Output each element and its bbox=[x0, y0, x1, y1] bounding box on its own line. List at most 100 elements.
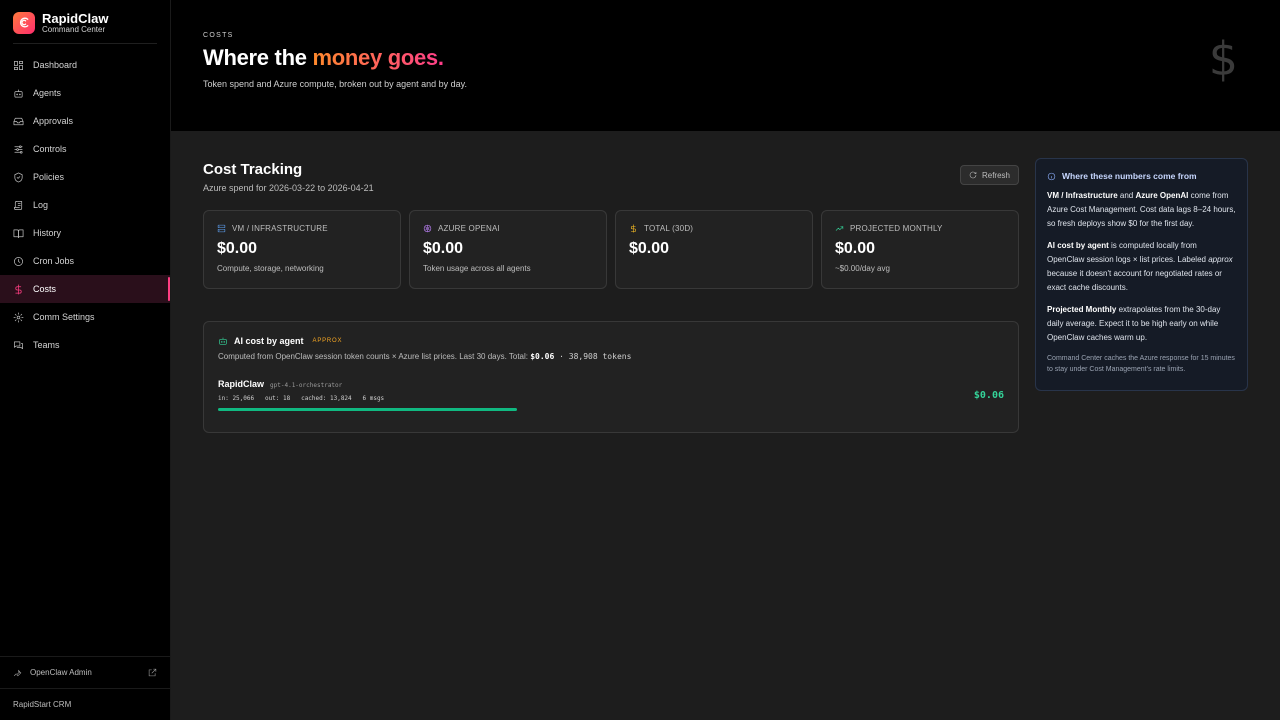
card-value: $0.00 bbox=[835, 240, 876, 257]
sliders-icon bbox=[14, 144, 23, 154]
refresh-button[interactable]: Refresh bbox=[959, 165, 1019, 185]
card-label: PROJECTED MONTHLY bbox=[850, 224, 943, 233]
info-icon bbox=[1047, 172, 1056, 180]
sidebar-footer: OpenClaw Admin RapidStart CRM bbox=[0, 656, 170, 720]
page-title-plain: Where the bbox=[203, 45, 313, 70]
agent-model: gpt-4.1-orchestrator bbox=[270, 382, 343, 389]
card-total-30d: TOTAL (30D) $0.00 bbox=[615, 210, 813, 289]
info-paragraph-projected: Projected Monthly extrapolates from the … bbox=[1047, 305, 1221, 342]
sidebar-item-history[interactable]: History bbox=[0, 219, 170, 247]
agent-row: RapidClaw gpt-4.1-orchestrator in: 25,06… bbox=[218, 379, 1004, 411]
sidebar-item-policies[interactable]: Policies bbox=[0, 163, 170, 191]
sidebar-item-label: Policies bbox=[33, 172, 65, 182]
refresh-icon bbox=[969, 171, 977, 179]
note-prefix: Computed from OpenClaw session token cou… bbox=[218, 352, 531, 361]
agent-name: RapidClaw bbox=[218, 379, 265, 389]
sidebar-item-dashboard[interactable]: Dashboard bbox=[0, 51, 170, 79]
section-header: Cost Tracking Azure spend for 2026-03-22… bbox=[203, 159, 1019, 193]
shield-icon bbox=[14, 172, 23, 182]
wrench-icon bbox=[13, 669, 22, 677]
gear-icon bbox=[13, 312, 24, 322]
sidebar-item-controls[interactable]: Controls bbox=[0, 135, 170, 163]
hero-eyebrow: COSTS bbox=[203, 32, 234, 39]
panel-title: AI cost by agent bbox=[234, 336, 304, 346]
sidebar-item-label: Dashboard bbox=[33, 60, 78, 70]
clock-icon bbox=[14, 256, 23, 266]
robot-icon bbox=[14, 88, 23, 98]
panel-note: Computed from OpenClaw session token cou… bbox=[218, 352, 1004, 361]
app-root: RapidClaw Command Center Dashboard Agent… bbox=[0, 0, 1280, 720]
card-projected-monthly: PROJECTED MONTHLY $0.00 ~$0.00/day avg bbox=[821, 210, 1019, 289]
rapidclaw-logo-icon bbox=[13, 11, 35, 34]
sidebar-item-label: History bbox=[33, 228, 62, 238]
brand-subtitle: Command Center bbox=[42, 24, 106, 34]
card-label: TOTAL (30D) bbox=[644, 224, 694, 233]
sidebar-item-comm-settings[interactable]: Comm Settings bbox=[0, 303, 170, 331]
dollar-icon bbox=[15, 284, 22, 294]
agent-cost: $0.06 bbox=[973, 389, 1004, 401]
sidebar-item-label: Controls bbox=[33, 144, 67, 154]
card-description: Compute, storage, networking bbox=[217, 264, 324, 273]
main: COSTS Where the money goes. Token spend … bbox=[171, 0, 1280, 720]
date-range: Azure spend for 2026-03-22 to 2026-04-21 bbox=[203, 183, 374, 193]
page-title-accent: money goes. bbox=[312, 45, 444, 70]
card-description: ~$0.00/day avg bbox=[835, 264, 890, 273]
note-tokens: · 38,908 tokens bbox=[554, 352, 632, 361]
refresh-label: Refresh bbox=[981, 170, 1010, 180]
agent-share-bar bbox=[218, 408, 517, 411]
brand-name: RapidClaw bbox=[42, 10, 109, 26]
sidebar-item-agents[interactable]: Agents bbox=[0, 79, 170, 107]
sidebar-item-teams[interactable]: Teams bbox=[0, 331, 170, 359]
card-vm-infrastructure: VM / INFRASTRUCTURE $0.00 Compute, stora… bbox=[203, 210, 401, 289]
rapidstart-crm-label: RapidStart CRM bbox=[13, 700, 72, 709]
info-panel: Where these numbers come from VM / Infra… bbox=[1035, 158, 1248, 391]
robot-icon bbox=[219, 337, 227, 345]
note-total: $0.06 bbox=[530, 352, 555, 361]
card-label: AZURE OPENAI bbox=[438, 224, 500, 233]
agent-token-stats: in: 25,066 out: 18 cached: 13,824 6 msgs bbox=[218, 395, 385, 402]
sidebar-item-label: Approvals bbox=[33, 116, 74, 126]
sidebar-item-label: Agents bbox=[33, 88, 62, 98]
approx-badge: APPROX bbox=[312, 338, 343, 344]
info-footnote: Command Center caches the Azure response… bbox=[1047, 355, 1235, 373]
dollar-icon bbox=[630, 224, 636, 233]
sidebar-item-label: Comm Settings bbox=[33, 312, 95, 322]
sidebar-item-label: Teams bbox=[33, 340, 60, 350]
brand[interactable]: RapidClaw Command Center bbox=[0, 0, 170, 43]
sidebar: RapidClaw Command Center Dashboard Agent… bbox=[0, 0, 171, 720]
card-value: $0.00 bbox=[629, 240, 670, 257]
external-link-icon bbox=[148, 668, 157, 677]
chat-icon bbox=[14, 340, 23, 349]
section-title: Cost Tracking bbox=[203, 161, 303, 178]
dollar-watermark-icon: $ bbox=[1208, 32, 1238, 86]
trend-up-icon bbox=[835, 226, 844, 231]
info-paragraph-sources: VM / Infrastructure and Azure OpenAI com… bbox=[1047, 191, 1236, 228]
openclaw-admin-link[interactable]: OpenClaw Admin bbox=[0, 656, 170, 688]
summary-cards: VM / INFRASTRUCTURE $0.00 Compute, stora… bbox=[203, 210, 1019, 289]
sidebar-item-cron-jobs[interactable]: Cron Jobs bbox=[0, 247, 170, 275]
openclaw-admin-label: OpenClaw Admin bbox=[30, 668, 92, 677]
content: Cost Tracking Azure spend for 2026-03-22… bbox=[171, 131, 1280, 720]
card-value: $0.00 bbox=[217, 240, 258, 257]
grid-icon bbox=[14, 60, 23, 70]
inbox-icon bbox=[13, 117, 24, 125]
rapidstart-crm-link[interactable]: RapidStart CRM bbox=[0, 688, 170, 720]
hero: COSTS Where the money goes. Token spend … bbox=[171, 0, 1280, 131]
card-description: Token usage across all agents bbox=[423, 264, 531, 273]
brand-divider bbox=[13, 43, 157, 44]
card-azure-openai: AZURE OPENAI $0.00 Token usage across al… bbox=[409, 210, 607, 289]
page-title: Where the money goes. bbox=[203, 45, 1248, 71]
sidebar-item-costs[interactable]: Costs bbox=[0, 275, 170, 303]
sidebar-nav: Dashboard Agents Approvals Controls Poli… bbox=[0, 51, 170, 359]
info-title: Where these numbers come from bbox=[1062, 171, 1197, 181]
sidebar-item-label: Cron Jobs bbox=[33, 256, 75, 266]
sidebar-item-label: Log bbox=[33, 200, 49, 210]
sidebar-item-approvals[interactable]: Approvals bbox=[0, 107, 170, 135]
info-paragraph-agent-cost: AI cost by agent is computed locally fro… bbox=[1047, 241, 1233, 292]
ai-cost-by-agent-panel: AI cost by agent APPROX Computed from Op… bbox=[203, 321, 1019, 433]
card-label: VM / INFRASTRUCTURE bbox=[232, 224, 328, 233]
book-icon bbox=[13, 228, 24, 238]
card-value: $0.00 bbox=[423, 240, 464, 257]
server-icon bbox=[217, 224, 226, 233]
sidebar-item-log[interactable]: Log bbox=[0, 191, 170, 219]
